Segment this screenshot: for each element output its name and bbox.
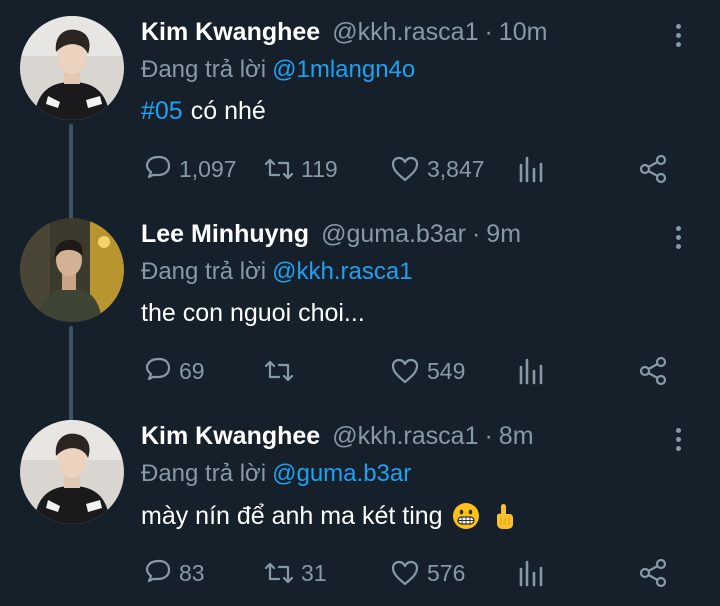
action-bar: 1,097 119 3,847 [141, 152, 681, 186]
stats-icon [519, 156, 543, 183]
more-icon[interactable] [674, 428, 682, 454]
separator-dot: · [484, 422, 493, 450]
tweet-text-content: có nhé [190, 97, 266, 125]
retweet-count: 119 [301, 155, 338, 182]
like-count: 576 [427, 559, 466, 586]
tweet[interactable]: Kim Kwanghee @kkh.rasca1 · 8m Đang trả l… [0, 404, 720, 606]
display-name[interactable]: Kim Kwanghee [141, 422, 320, 451]
reply-count: 69 [179, 357, 205, 384]
display-name[interactable]: Lee Minhuyng [141, 220, 309, 249]
replying-to-label: Đang trả lời [141, 258, 267, 285]
tweet[interactable]: Lee Minhuyng @guma.b3ar · 9m Đang trả lờ… [0, 202, 720, 404]
reply-button[interactable]: 69 [141, 354, 205, 388]
more-icon[interactable] [674, 24, 682, 50]
hashtag-link[interactable]: #05 [141, 97, 183, 126]
user-handle[interactable]: @kkh.rasca1 [332, 18, 478, 47]
share-icon [639, 154, 667, 184]
display-name[interactable]: Kim Kwanghee [141, 18, 320, 47]
stats-button[interactable] [515, 152, 547, 186]
avatar[interactable] [20, 218, 124, 322]
retweet-button[interactable]: 119 [263, 152, 338, 186]
like-count: 3,847 [427, 155, 485, 182]
action-bar: 83 31 576 [141, 556, 681, 590]
tweet-text: #05 có nhé [141, 97, 266, 126]
replying-to: Đang trả lời @guma.b3ar [141, 460, 411, 488]
share-button[interactable] [637, 354, 669, 388]
stats-button[interactable] [515, 556, 547, 590]
timestamp[interactable]: 10m [499, 18, 548, 47]
tweet-text: the con nguoi choi... [141, 299, 365, 328]
tweet-text: mày nín để anh ma két ting [141, 501, 519, 531]
reply-count: 1,097 [179, 155, 237, 182]
stats-icon [519, 358, 543, 385]
replying-to-label: Đang trả lời [141, 460, 267, 487]
avatar-image [20, 420, 124, 524]
share-button[interactable] [637, 152, 669, 186]
separator-dot: · [484, 18, 493, 46]
share-button[interactable] [637, 556, 669, 590]
reply-icon [145, 357, 171, 381]
replying-to-handle[interactable]: @guma.b3ar [272, 460, 411, 487]
reply-icon [145, 155, 171, 179]
tweet-header: Kim Kwanghee @kkh.rasca1 · 10m [141, 18, 547, 52]
tweet-text-content: mày nín để anh ma két ting [141, 501, 443, 530]
grinning-face-emoji [452, 503, 479, 529]
reply-icon [145, 559, 171, 583]
tweet-header: Kim Kwanghee @kkh.rasca1 · 8m [141, 422, 534, 456]
replying-to-handle[interactable]: @kkh.rasca1 [272, 258, 412, 285]
retweet-button[interactable]: 31 [263, 556, 327, 590]
timestamp[interactable]: 8m [499, 422, 534, 451]
like-icon [391, 358, 419, 384]
reply-count: 83 [179, 559, 205, 586]
replying-to-label: Đang trả lời [141, 56, 267, 83]
like-button[interactable]: 576 [389, 556, 465, 590]
tweet-header: Lee Minhuyng @guma.b3ar · 9m [141, 220, 521, 254]
replying-to-handle[interactable]: @1mlangn4o [272, 56, 415, 83]
avatar-image [20, 16, 124, 120]
retweet-count: 31 [301, 559, 327, 586]
retweet-button[interactable] [263, 354, 295, 388]
like-count: 549 [427, 357, 466, 384]
reply-button[interactable]: 1,097 [141, 152, 237, 186]
retweet-icon [264, 562, 294, 584]
like-button[interactable]: 549 [389, 354, 465, 388]
retweet-icon [264, 158, 294, 180]
user-handle[interactable]: @kkh.rasca1 [332, 422, 478, 451]
replying-to: Đang trả lời @1mlangn4o [141, 56, 415, 84]
share-icon [639, 558, 667, 588]
more-icon[interactable] [674, 226, 682, 252]
reply-button[interactable]: 83 [141, 556, 205, 590]
retweet-icon [264, 360, 294, 382]
timestamp[interactable]: 9m [486, 220, 521, 249]
share-icon [639, 356, 667, 386]
replying-to: Đang trả lời @kkh.rasca1 [141, 258, 413, 286]
like-icon [391, 560, 419, 586]
action-bar: 69 549 [141, 354, 681, 388]
separator-dot: · [471, 220, 481, 248]
like-button[interactable]: 3,847 [389, 152, 485, 186]
like-icon [391, 156, 419, 182]
avatar-image [20, 218, 124, 322]
user-handle[interactable]: @guma.b3ar [321, 220, 466, 249]
stats-icon [519, 560, 543, 587]
tweet[interactable]: Kim Kwanghee @kkh.rasca1 · 10m Đang trả … [0, 0, 720, 202]
pointing-up-emoji [496, 504, 513, 529]
avatar[interactable] [20, 16, 124, 120]
avatar[interactable] [20, 420, 124, 524]
stats-button[interactable] [515, 354, 547, 388]
tweet-text-content: the con nguoi choi... [141, 299, 365, 327]
